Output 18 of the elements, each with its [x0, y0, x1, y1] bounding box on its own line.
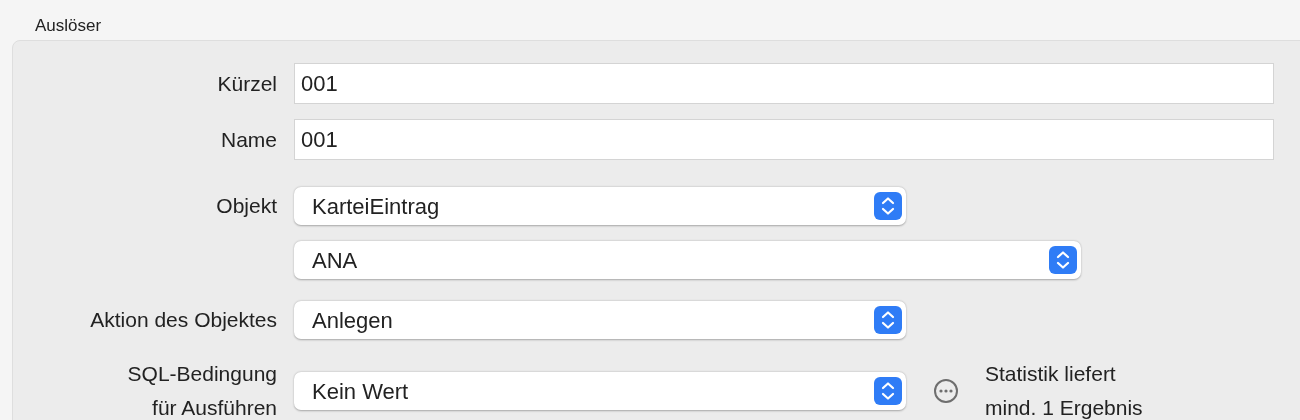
popup-button[interactable]: Anlegen [294, 301, 906, 339]
field-label: SQL-Bedingung für Ausführen [127, 361, 277, 420]
text-field[interactable]: 001 [294, 63, 1274, 104]
stepper-icon [874, 306, 902, 334]
stepper-icon [874, 192, 902, 220]
field-label: Kürzel [217, 70, 277, 97]
result-note: Statistik liefert mind. 1 Ergebnis [985, 361, 1143, 420]
popup-button[interactable]: ANA [294, 241, 1081, 279]
field-label: Aktion des Objektes [90, 307, 277, 333]
more-icon[interactable] [933, 378, 959, 404]
stepper-icon [874, 377, 902, 405]
stepper-icon [1049, 246, 1077, 274]
field-label: Objekt [216, 193, 277, 219]
text-field[interactable]: 001 [294, 119, 1274, 160]
field-label: Name [220, 126, 277, 153]
popup-button[interactable]: Kein Wert [294, 372, 906, 410]
group-title: Auslöser [35, 15, 102, 37]
popup-button[interactable]: KarteiEintrag [294, 187, 906, 225]
